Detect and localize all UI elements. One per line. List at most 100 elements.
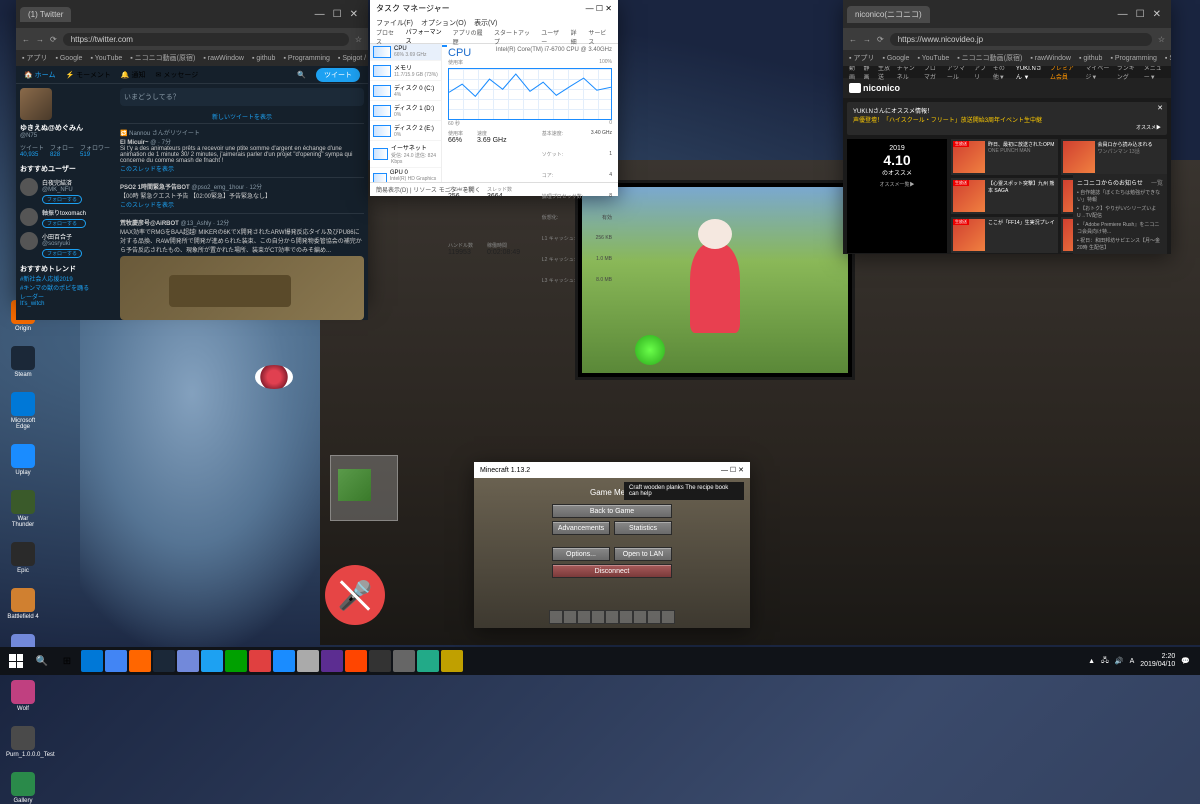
taskbar-app[interactable] — [153, 650, 175, 672]
bookmark-item[interactable]: ▪ Google — [55, 55, 82, 62]
minimize-button[interactable]: — — [721, 467, 728, 474]
desktop-icon[interactable]: Epic — [6, 542, 40, 574]
suggested-user[interactable]: 白夜完結済@MK_NFUフォローする — [20, 178, 112, 204]
tab[interactable]: スタートアップ — [494, 28, 535, 46]
desktop-icon[interactable]: Purn_1.0.0.0_Test — [6, 726, 40, 758]
trend-item[interactable]: レーダー — [20, 292, 112, 301]
perf-category[interactable]: メモリ11.7/15.9 GB (73%) — [370, 61, 441, 81]
bookmark-item[interactable]: ▪ rawWindow — [203, 55, 244, 62]
perf-category[interactable]: ディスク 0 (C:)4% — [370, 81, 441, 101]
desktop-icon[interactable]: Wolf — [6, 680, 40, 712]
trend-item[interactable]: It's_witch — [20, 301, 112, 307]
tab[interactable]: 詳細 — [571, 28, 583, 46]
tweet[interactable]: PSO2 1時間緊急予告BOT @pso2_emg_1hour · 12分【00… — [120, 177, 364, 213]
profile-name[interactable]: ゆきえぬ@めぐみん — [20, 123, 112, 133]
taskbar-app[interactable] — [393, 650, 415, 672]
bookmark-item[interactable]: ▪ YouTube — [90, 55, 122, 62]
suggested-user[interactable]: 小田百合子@sosryukiフォローする — [20, 232, 112, 258]
start-button[interactable] — [4, 649, 28, 673]
hotbar-slot[interactable] — [605, 610, 619, 624]
hotbar-slot[interactable] — [633, 610, 647, 624]
hotbar-slot[interactable] — [647, 610, 661, 624]
taskbar-app[interactable] — [345, 650, 367, 672]
maximize-button[interactable]: ☐ — [1136, 9, 1145, 20]
nav-link[interactable]: 生放送 — [878, 66, 891, 81]
tab[interactable]: サービス — [588, 28, 612, 46]
bookmark-item[interactable]: ▪ Spigot / CraftBukkit... — [1165, 55, 1171, 62]
taskbar-app[interactable] — [249, 650, 271, 672]
desktop-icon[interactable]: War Thunder — [6, 490, 40, 528]
notification-icon[interactable]: 💬 — [1181, 657, 1190, 665]
tab[interactable]: アプリの履歴 — [453, 28, 488, 46]
tab[interactable]: プロセス — [376, 28, 400, 46]
perf-category[interactable]: GPU 0Intel(R) HD Graphics 530 6% — [370, 168, 441, 182]
open-lan-button[interactable]: Open to LAN — [614, 547, 672, 561]
perf-category[interactable]: ディスク 1 (D:)0% — [370, 101, 441, 121]
close-button[interactable]: ✕ — [738, 467, 744, 474]
bookmark-item[interactable]: ▪ ニコニコ動画(原宿) — [957, 53, 1022, 63]
desktop-icon[interactable]: Uplay — [6, 444, 40, 476]
taskbar-app[interactable] — [225, 650, 247, 672]
taskbar-app[interactable] — [129, 650, 151, 672]
nav-link[interactable]: メニュー▼ — [1144, 66, 1165, 81]
hotbar-slot[interactable] — [619, 610, 633, 624]
bookmark-item[interactable]: ▪ YouTube — [917, 55, 949, 62]
video-card[interactable]: 生放送ここが「FF14」生実況プレイ — [951, 217, 1058, 253]
taskbar-app[interactable] — [369, 650, 391, 672]
suggested-user[interactable]: 軸振りtoxomachフォローする — [20, 208, 112, 228]
network-icon[interactable]: 🖧 — [1101, 656, 1109, 667]
menu-item[interactable]: 表示(V) — [474, 18, 497, 28]
bookmark-item[interactable]: ▪ Programming — [1110, 55, 1156, 62]
nav-link[interactable]: 静画 — [864, 66, 873, 81]
perf-category[interactable]: CPU66% 3.69 GHz — [370, 44, 441, 61]
niconico-logo[interactable]: niconico — [849, 83, 900, 93]
desktop-icon[interactable]: Microsoft Edge — [6, 392, 40, 430]
task-view-icon[interactable]: ⊞ — [56, 650, 78, 672]
url-input[interactable]: https://twitter.com — [63, 33, 349, 46]
close-icon[interactable]: ✕ — [1157, 104, 1163, 112]
bookmark-item[interactable]: ▪ rawWindow — [1030, 55, 1071, 62]
nav-link[interactable]: チャンネル — [897, 66, 918, 81]
clock[interactable]: 2:202019/04/10 — [1140, 653, 1175, 668]
tweet[interactable]: 🔁 Nannou さんがリツイートEl Micuir~ @ · 7分Si t'y… — [120, 123, 364, 177]
maximize-button[interactable]: ☐ — [730, 467, 736, 474]
nav-link[interactable]: ブロマガ — [924, 66, 941, 81]
minimize-button[interactable]: — — [1118, 9, 1128, 20]
close-button[interactable]: ✕ — [350, 9, 358, 20]
options-button[interactable]: Options... — [552, 547, 610, 561]
nav-link[interactable]: ランキング — [1117, 66, 1138, 81]
tweet-button[interactable]: ツイート — [316, 68, 360, 82]
bookmark-item[interactable]: ▪ アプリ — [22, 53, 47, 63]
nav-link[interactable]: アプリ — [974, 66, 987, 81]
back-to-game-button[interactable]: Back to Game — [552, 504, 672, 518]
desktop-icon[interactable]: Steam — [6, 346, 40, 378]
taskbar-app[interactable] — [417, 650, 439, 672]
bookmark-item[interactable]: ▪ ニコニコ動画(原宿) — [130, 53, 195, 63]
close-button[interactable]: ✕ — [1153, 9, 1161, 20]
tray-overflow-icon[interactable]: ▲ — [1088, 658, 1095, 665]
advancements-button[interactable]: Advancements — [552, 521, 610, 535]
mic-mute-icon[interactable]: 🎤 — [325, 565, 385, 625]
taskbar-app[interactable] — [321, 650, 343, 672]
ime-icon[interactable]: A — [1130, 658, 1135, 665]
show-new-tweets[interactable]: 新しいツイートを表示 — [120, 110, 364, 123]
browser-tab[interactable]: niconico(ニコニコ) — [847, 6, 930, 23]
volume-icon[interactable]: 🔊 — [1115, 657, 1124, 665]
disconnect-button[interactable]: Disconnect — [552, 564, 672, 578]
perf-category[interactable]: イーサネット受信: 24.0 送信: 824 Kbps — [370, 141, 441, 168]
taskbar-app[interactable] — [273, 650, 295, 672]
reload-icon[interactable]: ⟳ — [50, 35, 57, 44]
minimize-button[interactable]: — — [586, 4, 594, 13]
desktop-icon[interactable]: Battlefield 4 — [6, 588, 40, 620]
video-card[interactable]: 生放送昨日、最初に放送されたOPMONE PUNCH MAN — [951, 139, 1058, 175]
hotbar-slot[interactable] — [577, 610, 591, 624]
bookmark-item[interactable]: ▪ アプリ — [849, 53, 874, 63]
browser-tab[interactable]: (1) Twitter — [20, 7, 71, 22]
tweet[interactable]: 荒牧慶彦号@AiRBOT @13_Ashly · 12分MAX効率でRMGをBA… — [120, 213, 364, 320]
nav-link[interactable]: 動画 — [849, 66, 858, 81]
taskbar-app[interactable] — [105, 650, 127, 672]
hotbar-slot[interactable] — [563, 610, 577, 624]
taskbar-app[interactable] — [297, 650, 319, 672]
taskbar-app[interactable] — [441, 650, 463, 672]
nav-link[interactable]: アツマール — [947, 66, 968, 81]
